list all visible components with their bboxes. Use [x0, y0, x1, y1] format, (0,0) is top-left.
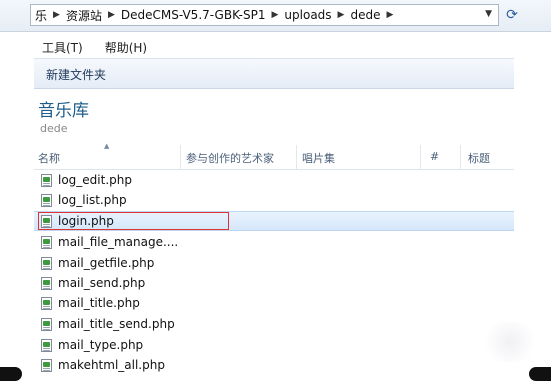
file-row[interactable]: mail_title.php — [34, 293, 514, 313]
file-name: makehtml_all.php — [58, 358, 165, 372]
column-name[interactable]: 名称 — [38, 150, 60, 166]
file-row[interactable]: mail_getfile.php — [34, 253, 514, 273]
breadcrumb-separator-icon[interactable]: ▶ — [384, 10, 395, 20]
library-title: 音乐库 — [38, 101, 89, 121]
menu-item-help[interactable]: 帮助(H) — [97, 39, 147, 56]
file-name: mail_send.php — [58, 276, 146, 290]
command-toolbar: 新建文件夹 — [34, 58, 514, 89]
address-bar: 乐 ▶ 资源站 ▶ DedeCMS-V5.7-GBK-SP1 ▶ uploads… — [0, 0, 551, 32]
new-folder-button[interactable]: 新建文件夹 — [46, 66, 106, 83]
breadcrumb-separator-icon[interactable]: ▶ — [106, 10, 117, 20]
column-header-row: ▲ 名称 参与创作的艺术家 唱片集 # 标题 — [34, 142, 514, 170]
column-track-number[interactable]: # — [430, 150, 439, 163]
file-name: mail_type.php — [58, 338, 144, 352]
file-name: mail_title_send.php — [58, 317, 175, 331]
column-divider[interactable] — [180, 145, 181, 169]
file-name: mail_getfile.php — [58, 256, 155, 270]
highlight-annotation-box — [38, 212, 229, 230]
chevron-down-icon[interactable]: ▼ — [485, 9, 492, 19]
screen-corner-bottom-right — [529, 367, 551, 381]
breadcrumb-item[interactable]: dede — [346, 8, 384, 22]
sort-ascending-icon: ▲ — [104, 142, 110, 150]
breadcrumb-item[interactable]: uploads — [280, 8, 335, 22]
file-row[interactable]: log_list.php — [34, 190, 514, 210]
column-divider[interactable] — [460, 145, 461, 169]
file-row[interactable]: mail_send.php — [34, 273, 514, 293]
file-name: mail_title.php — [58, 296, 140, 310]
column-title[interactable]: 标题 — [468, 150, 490, 166]
php-file-icon — [41, 317, 52, 331]
php-file-icon — [41, 193, 52, 207]
file-name: log_edit.php — [58, 173, 132, 187]
breadcrumb[interactable]: 乐 ▶ 资源站 ▶ DedeCMS-V5.7-GBK-SP1 ▶ uploads… — [30, 4, 499, 26]
refresh-icon[interactable]: ⟳ — [503, 5, 521, 25]
file-name: log_list.php — [58, 193, 127, 207]
php-file-icon — [41, 173, 52, 187]
column-divider[interactable] — [420, 145, 421, 169]
file-row[interactable]: mail_file_manage.... — [34, 232, 514, 252]
php-file-icon — [41, 358, 52, 372]
php-file-icon — [41, 235, 52, 249]
menu-item-tools[interactable]: 工具(T) — [34, 39, 83, 56]
menu-bar: 工具(T) 帮助(H) — [34, 37, 514, 57]
php-file-icon — [41, 276, 52, 290]
php-file-icon — [41, 256, 52, 270]
breadcrumb-item[interactable]: 乐 — [31, 7, 51, 24]
file-row[interactable]: mail_type.php — [34, 335, 514, 355]
watermark — [480, 322, 540, 362]
breadcrumb-separator-icon[interactable]: ▶ — [336, 10, 347, 20]
file-name: mail_file_manage.... — [58, 235, 179, 249]
column-divider[interactable] — [296, 145, 297, 169]
file-row[interactable]: makehtml_all.php — [34, 355, 514, 375]
screen-corner-bottom-left — [0, 367, 22, 381]
library-subtitle: dede — [40, 122, 68, 135]
column-artist[interactable]: 参与创作的艺术家 — [186, 150, 274, 166]
breadcrumb-item[interactable]: DedeCMS-V5.7-GBK-SP1 — [117, 8, 270, 22]
php-file-icon — [41, 296, 52, 310]
file-row[interactable]: log_edit.php — [34, 170, 514, 190]
column-album[interactable]: 唱片集 — [302, 150, 335, 166]
php-file-icon — [41, 338, 52, 352]
breadcrumb-item[interactable]: 资源站 — [62, 7, 106, 24]
breadcrumb-separator-icon[interactable]: ▶ — [51, 10, 62, 20]
breadcrumb-separator-icon[interactable]: ▶ — [270, 10, 281, 20]
file-row[interactable]: mail_title_send.php — [34, 314, 514, 334]
